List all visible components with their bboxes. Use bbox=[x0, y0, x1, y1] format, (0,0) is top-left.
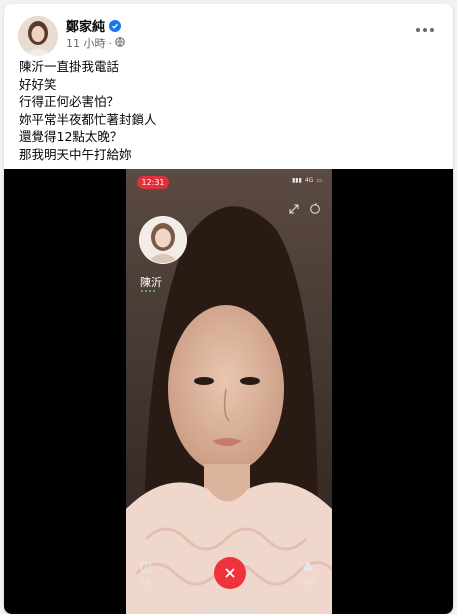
beauty-filter-icon bbox=[302, 561, 314, 575]
meta-separator: · bbox=[108, 36, 113, 50]
post-text: 陳沂一直掛我電話 好好笑 行得正何必害怕？ 妳平常半夜都忙著封鎖人 還覺得12點… bbox=[19, 58, 439, 164]
post-line: 陳沂一直掛我電話 bbox=[19, 59, 120, 74]
author-name[interactable]: 鄭家純 bbox=[66, 16, 105, 35]
post-media[interactable]: 12:31 ▮▮▮ 4G ▭ 陳沂 切換 美顏 bbox=[4, 169, 453, 614]
author-name-row: 鄭家純 bbox=[66, 16, 122, 35]
minimize-icon[interactable] bbox=[288, 200, 300, 219]
post-line: 好好笑 bbox=[19, 76, 57, 92]
post-meta: 11 小時 · bbox=[66, 35, 125, 51]
network-type: 4G bbox=[304, 177, 314, 184]
public-globe-icon bbox=[115, 36, 125, 50]
switch-voice-label: 切換 bbox=[140, 580, 152, 586]
end-call-button[interactable] bbox=[214, 557, 246, 589]
caller-avatar-image bbox=[140, 217, 186, 263]
post-card: 鄭家純 11 小時 · 陳沂一直掛我電話 好好笑 行得正何必害怕？ 妳平常半夜都… bbox=[4, 4, 453, 614]
status-bar-right: ▮▮▮ 4G ▭ bbox=[292, 177, 322, 184]
author-avatar[interactable] bbox=[18, 16, 58, 56]
post-time[interactable]: 11 小時 bbox=[66, 35, 106, 51]
beauty-filter-label: 美顏 bbox=[302, 580, 314, 586]
author-avatar-image bbox=[18, 16, 58, 56]
caller-avatar[interactable] bbox=[139, 216, 187, 264]
video-call-screenshot: 12:31 ▮▮▮ 4G ▭ 陳沂 切換 美顏 bbox=[126, 169, 332, 614]
caller-status-dots bbox=[141, 290, 155, 292]
switch-camera-icon[interactable] bbox=[309, 200, 321, 219]
post-line: 行得正何必害怕？ bbox=[19, 94, 120, 110]
home-indicator bbox=[198, 607, 260, 609]
post-line: 還覺得12點太晚？ bbox=[19, 129, 123, 145]
switch-voice-icon bbox=[140, 561, 152, 575]
close-icon bbox=[225, 568, 235, 578]
battery-icon: ▭ bbox=[316, 177, 322, 184]
post-line: 妳平常半夜都忙著封鎖人 bbox=[19, 111, 157, 127]
switch-to-voice-button[interactable]: 切換 bbox=[140, 561, 152, 586]
more-options-icon[interactable] bbox=[411, 20, 439, 40]
post-line: 那我明天中午打給妳 bbox=[19, 146, 132, 162]
beauty-filter-button[interactable]: 美顏 bbox=[302, 561, 314, 586]
signal-icon: ▮▮▮ bbox=[291, 177, 302, 184]
verified-badge-icon bbox=[109, 19, 122, 32]
caller-name: 陳沂 bbox=[140, 276, 162, 289]
call-time-pill: 12:31 bbox=[137, 176, 169, 189]
